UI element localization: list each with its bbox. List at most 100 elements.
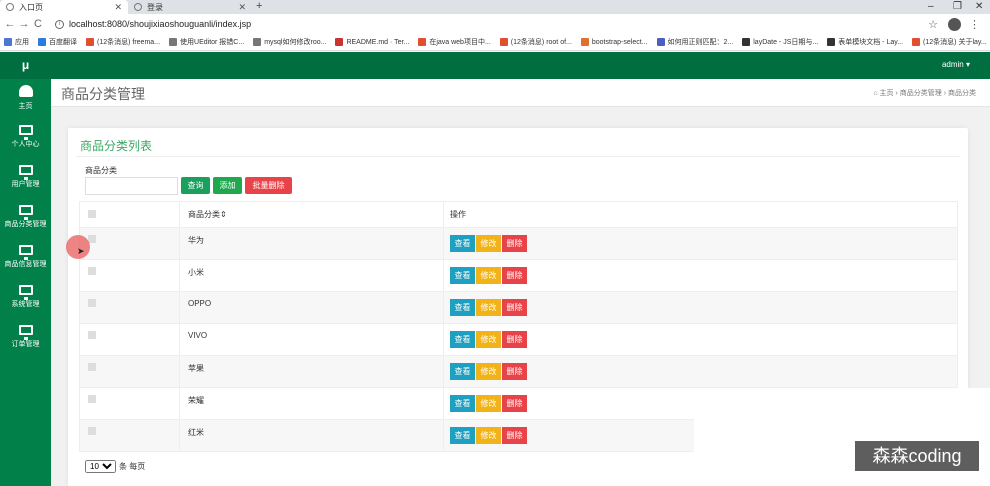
bookmark-item[interactable]: layDate - JS日期与...	[742, 37, 818, 47]
sidebar-item[interactable]: 个人中心	[0, 119, 51, 159]
view-button[interactable]: 查看	[450, 267, 475, 284]
bookmark-item[interactable]: 使用UEditor 报错C...	[169, 37, 244, 47]
globe-icon	[6, 3, 14, 11]
view-button[interactable]: 查看	[450, 331, 475, 348]
browser-tab-login[interactable]: 登录 ✕	[128, 0, 252, 14]
delete-button[interactable]: 删除	[502, 363, 527, 380]
bookmark-icon	[38, 38, 46, 46]
sidebar-item[interactable]: 系统管理	[0, 279, 51, 319]
edit-button[interactable]: 修改	[476, 235, 501, 252]
edit-button[interactable]: 修改	[476, 395, 501, 412]
new-tab-button[interactable]: +	[256, 0, 262, 13]
bookmark-item[interactable]: mysql如何修改roo...	[253, 37, 326, 47]
bookmark-item[interactable]: 百度翻译	[38, 37, 77, 47]
edit-button[interactable]: 修改	[476, 427, 501, 444]
bookmark-item[interactable]: 表单模块文档 - Lay...	[827, 37, 903, 47]
delete-button[interactable]: 删除	[502, 395, 527, 412]
bookmark-label: (12条消息) root of...	[510, 39, 572, 46]
view-button[interactable]: 查看	[450, 235, 475, 252]
bookmark-item[interactable]: bootstrap-select...	[580, 38, 648, 46]
bookmark-item[interactable]: 如何用正则匹配：2...	[656, 37, 733, 47]
sidebar-item[interactable]: 用户管理	[0, 159, 51, 199]
category-name: OPPO	[179, 291, 444, 324]
browser-tab-entry[interactable]: 入口页 ✕	[0, 0, 128, 14]
row-checkbox[interactable]	[88, 331, 96, 339]
delete-button[interactable]: 删除	[502, 267, 527, 284]
row-checkbox[interactable]	[88, 427, 96, 435]
star-icon[interactable]: ☆	[928, 18, 938, 31]
bookmark-icon	[418, 38, 427, 46]
row-checkbox[interactable]	[88, 395, 96, 403]
delete-button[interactable]: 删除	[502, 331, 527, 348]
monitor-icon	[18, 285, 33, 300]
view-button[interactable]: 查看	[450, 363, 475, 380]
bookmark-label: 表单模块文档 - Lay...	[838, 39, 904, 46]
view-button[interactable]: 查看	[450, 299, 475, 316]
back-icon[interactable]: ←	[3, 18, 17, 30]
edit-button[interactable]: 修改	[476, 363, 501, 380]
user-menu[interactable]: admin ▾	[942, 60, 970, 69]
row-checkbox[interactable]	[88, 363, 96, 371]
row-checkbox[interactable]	[88, 267, 96, 275]
close-icon[interactable]: ✕	[114, 2, 122, 13]
bookmark-icon	[912, 38, 921, 46]
monitor-icon	[18, 325, 33, 340]
row-select-cell	[79, 387, 180, 420]
row-select-cell	[79, 227, 180, 260]
row-select-cell	[79, 323, 180, 356]
monitor-icon	[18, 245, 33, 260]
select-all-checkbox[interactable]	[88, 209, 96, 218]
maximize-button[interactable]: ❐	[953, 0, 962, 13]
category-search-input[interactable]	[85, 177, 178, 195]
info-icon[interactable]: i	[55, 19, 64, 29]
sidebar-item-label: 用户管理	[11, 181, 40, 188]
bookmark-item[interactable]: 应用	[4, 37, 29, 47]
breadcrumb[interactable]: ⌂ 主页 › 商品分类管理 › 商品分类	[873, 88, 976, 98]
tab-label: 入口页	[19, 2, 43, 12]
minimize-button[interactable]: –	[928, 0, 934, 13]
account-icon[interactable]	[948, 17, 961, 31]
close-window-button[interactable]: ✕	[975, 0, 983, 13]
divider	[76, 156, 960, 157]
delete-button[interactable]: 删除	[502, 235, 527, 252]
category-name: 小米	[179, 259, 444, 292]
bookmark-label: layDate - JS日期与...	[753, 39, 819, 46]
reload-icon[interactable]: C	[31, 18, 45, 30]
sidebar-item[interactable]: 订单管理	[0, 319, 51, 359]
column-header-category[interactable]: 商品分类⇕	[179, 201, 444, 228]
row-actions: 查看 修改 删除	[443, 323, 958, 356]
bookmark-item[interactable]: 在java web项目中...	[418, 37, 491, 47]
url-field[interactable]: i localhost:8080/shoujixiaoshouguanli/in…	[51, 16, 929, 32]
edit-button[interactable]: 修改	[476, 267, 501, 284]
select-all-cell	[79, 201, 180, 228]
bookmark-item[interactable]: (12条消息) root of...	[499, 37, 572, 47]
forward-icon[interactable]: →	[17, 18, 31, 30]
sidebar-item[interactable]: 商品信息管理	[0, 239, 51, 279]
delete-button[interactable]: 删除	[502, 299, 527, 316]
bookmark-item[interactable]: (12条消息) 关于lay...	[912, 37, 987, 47]
category-name: 红米	[179, 419, 444, 452]
add-button[interactable]: 添加	[213, 177, 242, 194]
close-icon[interactable]: ✕	[238, 2, 246, 13]
bookmark-icon	[580, 38, 589, 46]
edit-button[interactable]: 修改	[476, 299, 501, 316]
table-row: 苹果 查看 修改 删除	[79, 355, 958, 388]
bookmark-label: README.md · Ter...	[346, 38, 410, 46]
view-button[interactable]: 查看	[450, 395, 475, 412]
watermark: 森森coding	[855, 441, 979, 471]
search-button[interactable]: 查询	[181, 177, 210, 194]
delete-button[interactable]: 删除	[502, 427, 527, 444]
sidebar-item-label: 个人中心	[11, 141, 40, 148]
edit-button[interactable]: 修改	[476, 331, 501, 348]
batch-delete-button[interactable]: 批量删除	[245, 177, 292, 194]
sidebar-item[interactable]: 商品分类管理	[0, 199, 51, 239]
sidebar-item[interactable]: 主页	[0, 79, 51, 119]
view-button[interactable]: 查看	[450, 427, 475, 444]
bookmark-item[interactable]: (12条消息) freema...	[86, 37, 160, 47]
sidebar-item-label: 商品信息管理	[4, 261, 47, 268]
bookmark-item[interactable]: README.md · Ter...	[335, 38, 409, 46]
row-checkbox[interactable]	[88, 299, 96, 307]
menu-icon[interactable]: ⋮	[969, 18, 980, 31]
page-size-select[interactable]: 10	[85, 460, 116, 473]
column-header-actions: 操作	[443, 201, 958, 228]
